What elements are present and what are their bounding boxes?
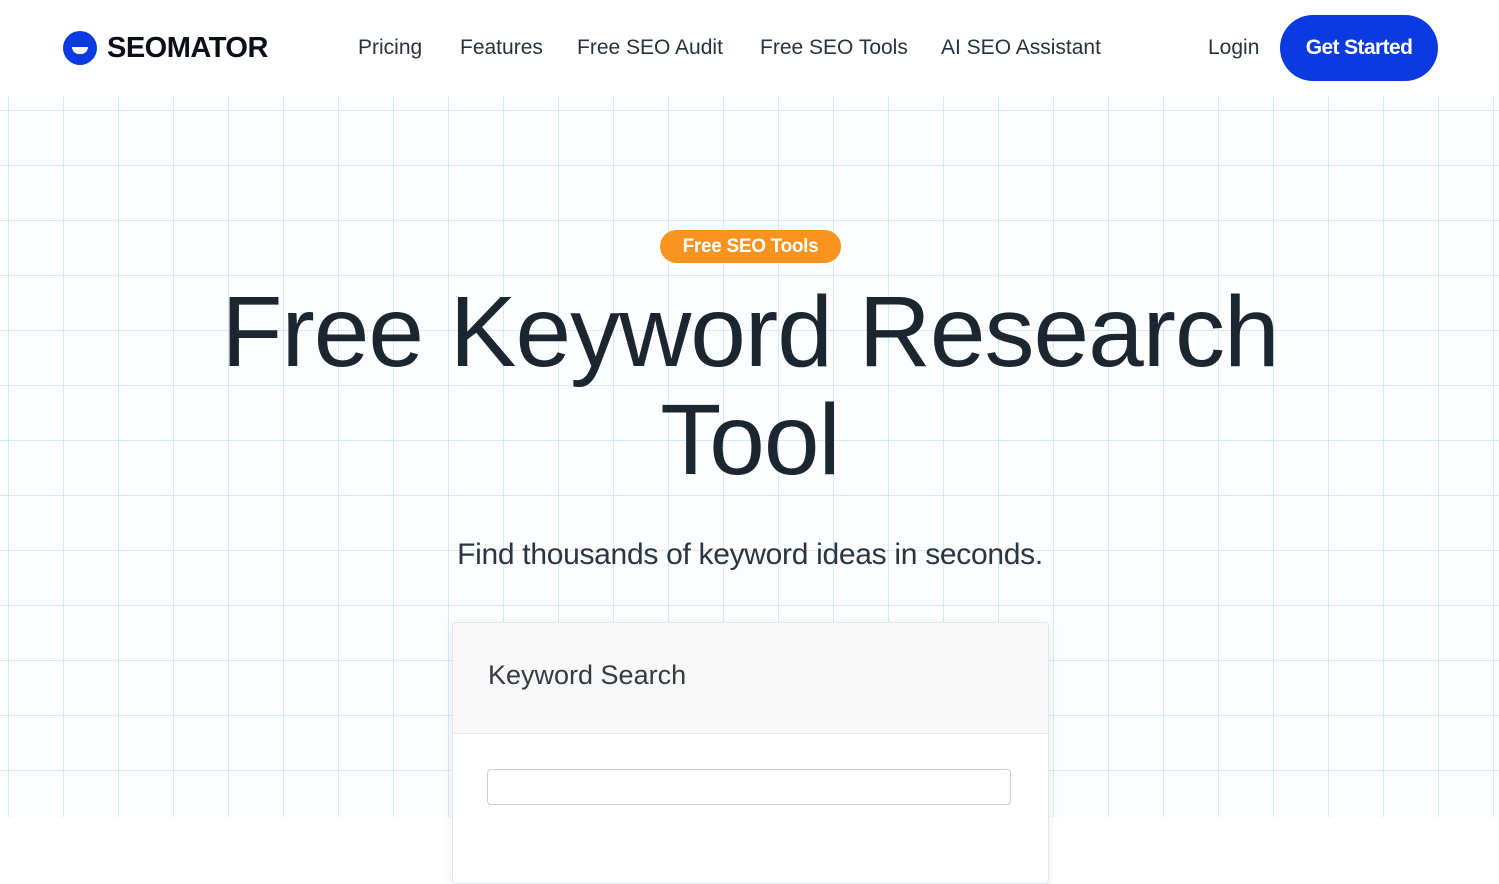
brand-name: SEOMATOR xyxy=(107,31,268,64)
nav-item-free-seo-tools[interactable]: Free SEO Tools xyxy=(760,36,908,60)
page-title-line-1: Free Keyword Research xyxy=(221,276,1279,388)
nav-item-pricing[interactable]: Pricing xyxy=(358,36,422,60)
keyword-search-card-header: Keyword Search xyxy=(453,623,1048,734)
keyword-search-card: Keyword Search xyxy=(452,622,1049,884)
brand-logo[interactable]: SEOMATOR xyxy=(63,31,268,65)
page-title-line-2: Tool xyxy=(660,384,840,496)
nav-item-free-seo-audit[interactable]: Free SEO Audit xyxy=(577,36,723,60)
login-link[interactable]: Login xyxy=(1208,36,1259,60)
hero-section: Free SEO Tools Free Keyword Research Too… xyxy=(0,96,1499,884)
category-badge: Free SEO Tools xyxy=(660,230,841,263)
seomator-logo-icon xyxy=(63,31,97,65)
page-title: Free Keyword Research Tool xyxy=(100,278,1400,494)
keyword-search-title: Keyword Search xyxy=(488,660,687,690)
nav-item-ai-seo-assistant[interactable]: AI SEO Assistant xyxy=(941,36,1101,60)
get-started-button[interactable]: Get Started xyxy=(1280,15,1438,81)
page-subtitle: Find thousands of keyword ideas in secon… xyxy=(457,538,1043,571)
site-header: SEOMATOR Pricing Features Free SEO Audit… xyxy=(0,0,1499,96)
nav-item-features[interactable]: Features xyxy=(460,36,543,60)
keyword-search-input[interactable] xyxy=(487,769,1011,805)
